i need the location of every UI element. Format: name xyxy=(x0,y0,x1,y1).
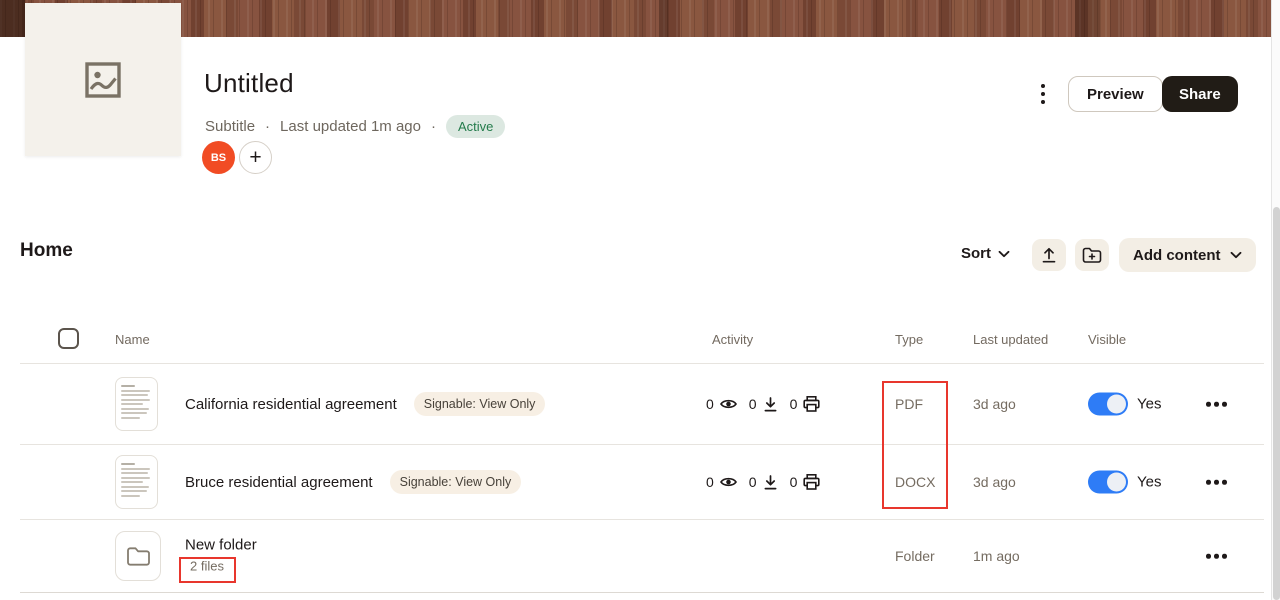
activity-cell: 0 0 0 xyxy=(706,395,821,413)
column-header-activity: Activity xyxy=(712,332,753,347)
upload-icon xyxy=(1040,246,1058,264)
row-menu-ellipsis-icon[interactable] xyxy=(1204,396,1229,413)
file-count: 2 files xyxy=(185,557,257,576)
image-placeholder-icon xyxy=(82,59,124,101)
cover-image-placeholder[interactable] xyxy=(25,3,181,156)
prints-count: 0 xyxy=(790,474,798,490)
name-cell: New folder 2 files xyxy=(185,537,257,576)
status-badge: Active xyxy=(446,115,505,138)
chevron-down-icon xyxy=(998,250,1010,258)
prints-stat: 0 xyxy=(790,473,822,491)
table-row[interactable]: California residential agreement Signabl… xyxy=(0,364,1264,444)
last-updated-cell: 1m ago xyxy=(973,548,1020,564)
last-updated-cell: 3d ago xyxy=(973,396,1016,412)
downloads-stat: 0 xyxy=(749,396,779,413)
download-icon xyxy=(762,396,779,413)
type-cell: DOCX xyxy=(895,474,935,490)
downloads-stat: 0 xyxy=(749,474,779,491)
add-content-label: Add content xyxy=(1133,247,1221,264)
avatar[interactable]: BS xyxy=(202,141,235,174)
subtitle-text[interactable]: Subtitle xyxy=(205,118,255,135)
document-title[interactable]: California residential agreement xyxy=(185,396,397,413)
last-updated-text: Last updated 1m ago xyxy=(280,118,421,135)
column-header-name: Name xyxy=(115,332,150,347)
preview-button-label: Preview xyxy=(1087,86,1144,103)
visible-label: Yes xyxy=(1137,474,1161,491)
kebab-menu-icon[interactable] xyxy=(1036,81,1050,107)
printer-icon xyxy=(802,473,821,491)
eye-icon xyxy=(719,396,738,412)
visible-cell: Yes xyxy=(1088,393,1161,416)
views-stat: 0 xyxy=(706,396,738,412)
downloads-count: 0 xyxy=(749,474,757,490)
row-menu-ellipsis-icon[interactable] xyxy=(1204,548,1229,565)
visibility-toggle[interactable] xyxy=(1088,393,1128,416)
activity-cell: 0 0 0 xyxy=(706,473,821,491)
page-meta: Subtitle · Last updated 1m ago · Active xyxy=(205,115,505,138)
column-header-last-updated: Last updated xyxy=(973,332,1048,347)
name-cell: California residential agreement Signabl… xyxy=(185,392,545,416)
folder-thumbnail[interactable] xyxy=(115,531,161,581)
upload-button[interactable] xyxy=(1032,239,1066,271)
people-row: BS + xyxy=(202,141,272,174)
last-updated-cell: 3d ago xyxy=(973,474,1016,490)
visibility-toggle[interactable] xyxy=(1088,471,1128,494)
folder-title[interactable]: New folder xyxy=(185,537,257,554)
signable-badge: Signable: View Only xyxy=(414,392,546,416)
new-folder-icon xyxy=(1082,246,1102,264)
row-menu-ellipsis-icon[interactable] xyxy=(1204,474,1229,491)
new-folder-button[interactable] xyxy=(1075,239,1109,271)
add-content-button[interactable]: Add content xyxy=(1119,238,1256,272)
chevron-down-icon xyxy=(1230,251,1242,259)
folder-icon xyxy=(126,546,151,567)
document-title[interactable]: Bruce residential agreement xyxy=(185,474,373,491)
type-cell: Folder xyxy=(895,548,935,564)
add-person-button[interactable]: + xyxy=(239,141,272,174)
visible-label: Yes xyxy=(1137,396,1161,413)
share-button[interactable]: Share xyxy=(1162,76,1238,112)
preview-button[interactable]: Preview xyxy=(1068,76,1163,112)
column-header-visible: Visible xyxy=(1088,332,1126,347)
views-count: 0 xyxy=(706,474,714,490)
name-cell: Bruce residential agreement Signable: Vi… xyxy=(185,470,521,494)
cover-banner xyxy=(0,0,1272,37)
table-row[interactable]: Bruce residential agreement Signable: Vi… xyxy=(0,445,1264,519)
scrollbar-thumb[interactable] xyxy=(1273,207,1280,600)
views-stat: 0 xyxy=(706,474,738,490)
views-count: 0 xyxy=(706,396,714,412)
section-title: Home xyxy=(20,240,73,262)
docsend-space-page: Untitled Subtitle · Last updated 1m ago … xyxy=(0,0,1280,600)
toggle-knob xyxy=(1107,395,1126,414)
document-thumbnail[interactable] xyxy=(115,377,158,431)
prints-stat: 0 xyxy=(790,395,822,413)
download-icon xyxy=(762,474,779,491)
type-cell: PDF xyxy=(895,396,923,412)
toggle-knob xyxy=(1107,473,1126,492)
meta-dot: · xyxy=(431,118,436,135)
sort-label: Sort xyxy=(961,245,991,262)
visible-cell: Yes xyxy=(1088,471,1161,494)
eye-icon xyxy=(719,474,738,490)
divider xyxy=(20,592,1264,593)
document-thumbnail[interactable] xyxy=(115,455,158,509)
table-row[interactable]: New folder 2 files Folder 1m ago xyxy=(0,520,1264,592)
scrollbar-track[interactable] xyxy=(1271,0,1280,600)
meta-dot: · xyxy=(265,118,270,135)
prints-count: 0 xyxy=(790,396,798,412)
column-header-type: Type xyxy=(895,332,923,347)
select-all-checkbox[interactable] xyxy=(58,328,79,349)
downloads-count: 0 xyxy=(749,396,757,412)
page-title[interactable]: Untitled xyxy=(204,68,294,99)
share-button-label: Share xyxy=(1179,86,1221,103)
signable-badge: Signable: View Only xyxy=(390,470,522,494)
sort-dropdown[interactable]: Sort xyxy=(961,245,1010,262)
plus-icon: + xyxy=(249,146,261,170)
printer-icon xyxy=(802,395,821,413)
